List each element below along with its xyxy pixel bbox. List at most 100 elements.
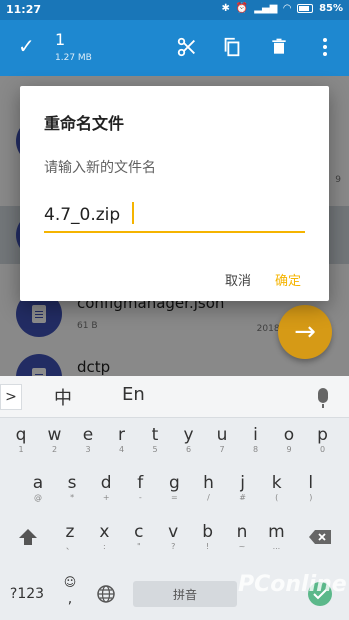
key-b[interactable]: b! — [195, 522, 221, 552]
key-k[interactable]: k( — [264, 473, 290, 503]
key-o[interactable]: o9 — [276, 425, 302, 455]
key-letter: y — [183, 425, 194, 445]
key-secondary: 9 — [286, 445, 292, 454]
symbols-key[interactable]: ?123 — [8, 581, 46, 607]
key-l[interactable]: l) — [298, 473, 324, 503]
alarm-icon: ⏰ — [235, 3, 249, 14]
arrow-right-icon: → — [294, 317, 316, 347]
key-g[interactable]: g = — [161, 473, 187, 503]
battery-percent: 85% — [319, 3, 343, 14]
wifi-icon: ◠ — [283, 3, 292, 14]
key-u[interactable]: u7 — [209, 425, 235, 455]
key-letter: a — [32, 473, 44, 493]
signal-icon: ▂▄▆ — [254, 3, 278, 14]
key-v[interactable]: v? — [160, 522, 186, 552]
microphone-icon[interactable] — [318, 388, 328, 408]
selected-size: 1.27 MB — [55, 53, 92, 63]
key-p[interactable]: p0 — [310, 425, 336, 455]
status-icons: ✱ ⏰ ▂▄▆ ◠ 85% — [221, 3, 343, 14]
key-x[interactable]: x: — [91, 522, 117, 552]
english-mode-key[interactable]: En — [122, 384, 145, 405]
key-i[interactable]: i8 — [243, 425, 269, 455]
key-secondary: 6 — [185, 445, 192, 454]
dialog-prompt: 请输入新的文件名 — [44, 160, 156, 176]
copy-icon[interactable] — [219, 34, 245, 60]
key-f[interactable]: f- — [127, 473, 153, 503]
key-d[interactable]: d + — [93, 473, 119, 503]
key-secondary: : — [103, 542, 106, 551]
key-secondary: 1 — [18, 445, 24, 454]
key-letter: r — [118, 425, 125, 445]
key-letter: v — [168, 522, 179, 542]
key-secondary: @ — [34, 493, 42, 502]
rename-dialog: 重命名文件 请输入新的文件名 取消 确定 — [20, 86, 329, 301]
key-secondary: 4 — [118, 445, 125, 454]
key-secondary: - — [138, 493, 142, 502]
key-letter: i — [253, 425, 258, 445]
forward-fab[interactable]: → — [278, 305, 332, 359]
key-a[interactable]: a @ — [25, 473, 51, 503]
selection-app-bar: ✓ 1 1.27 MB — [0, 20, 349, 76]
key-m[interactable]: m... — [263, 522, 289, 552]
key-s[interactable]: s * — [59, 473, 85, 503]
key-letter: q — [15, 425, 27, 445]
confirm-button[interactable]: 确定 — [275, 270, 301, 289]
key-letter: d — [100, 473, 112, 493]
check-icon[interactable]: ✓ — [18, 34, 35, 58]
key-letter: u — [216, 425, 228, 445]
key-c[interactable]: c " — [126, 522, 152, 552]
key-letter: g — [168, 473, 180, 493]
filename-input[interactable] — [44, 199, 305, 233]
key-q[interactable]: q1 — [8, 425, 34, 455]
selected-count: 1 — [55, 30, 66, 49]
bluetooth-icon: ✱ — [221, 3, 230, 14]
key-letter: w — [47, 425, 62, 445]
expand-icon[interactable]: > — [0, 384, 22, 410]
key-letter: m — [268, 522, 285, 542]
key-secondary: ! — [205, 542, 210, 551]
key-secondary: 5 — [152, 445, 158, 454]
cancel-button[interactable]: 取消 — [225, 270, 251, 289]
emoji-icon[interactable]: ☺ — [60, 574, 80, 590]
key-n[interactable]: n ~ — [229, 522, 255, 552]
key-secondary: * — [70, 493, 75, 502]
more-options-icon[interactable] — [312, 34, 338, 60]
chinese-mode-key[interactable]: 中 — [54, 384, 72, 410]
key-h[interactable]: h / — [196, 473, 222, 503]
key-w[interactable]: w2 — [42, 425, 68, 455]
key-letter: h — [203, 473, 214, 493]
key-secondary: # — [239, 493, 246, 502]
globe-icon[interactable] — [93, 581, 119, 607]
key-r[interactable]: r4 — [109, 425, 135, 455]
cut-icon[interactable] — [174, 34, 200, 60]
key-j[interactable]: j # — [230, 473, 256, 503]
key-secondary: 0 — [319, 445, 326, 454]
key-letter: f — [137, 473, 144, 493]
watermark-logo: PConline — [238, 572, 347, 597]
key-letter: l — [308, 473, 314, 493]
key-letter: j — [240, 473, 245, 493]
key-secondary: ) — [309, 493, 313, 502]
key-y[interactable]: y6 — [176, 425, 202, 455]
space-key[interactable]: 拼音 — [133, 581, 237, 607]
key-secondary: 、 — [66, 542, 74, 551]
key-t[interactable]: t5 — [142, 425, 168, 455]
key-secondary: 7 — [219, 445, 225, 454]
key-letter: x — [99, 522, 110, 542]
key-secondary: 2 — [51, 445, 58, 454]
backspace-key[interactable] — [305, 523, 335, 551]
key-secondary: 3 — [85, 445, 91, 454]
key-e[interactable]: e3 — [75, 425, 101, 455]
key-letter: e — [82, 425, 94, 445]
dialog-title: 重命名文件 — [44, 114, 125, 133]
key-secondary: 8 — [252, 445, 259, 454]
key-letter: o — [283, 425, 295, 445]
delete-icon[interactable] — [266, 34, 292, 60]
key-letter: b — [202, 522, 213, 542]
comma-key[interactable]: , — [60, 590, 80, 608]
key-z[interactable]: z、 — [57, 522, 83, 552]
key-secondary: " — [136, 542, 141, 551]
soft-keyboard: > 中 En q 1 w 2 e 3 r 4 t 5 y 6 u 7 i 8 o 9 p 0 a @ s * d + f - g = h / j… — [0, 376, 349, 620]
shift-key[interactable] — [14, 523, 42, 551]
battery-icon — [297, 4, 314, 13]
